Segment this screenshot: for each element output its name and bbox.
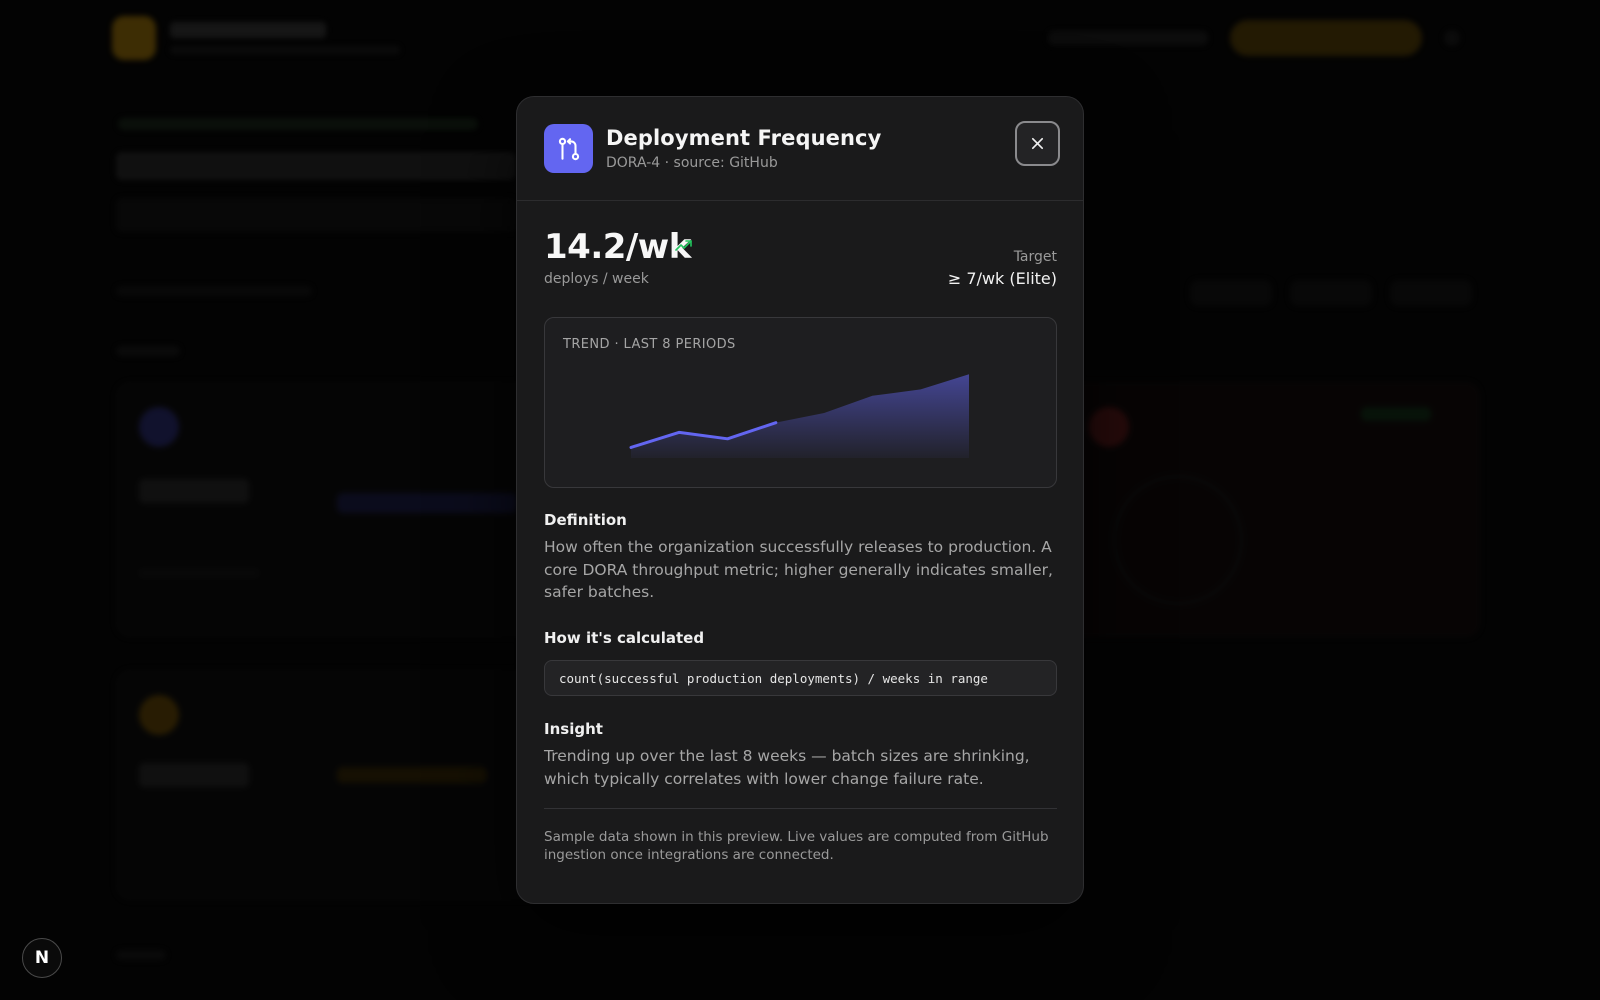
modal-header: Deployment Frequency DORA-4 · source: Gi… [517, 97, 1083, 201]
calculation-formula: count(successful production deployments)… [559, 671, 988, 686]
close-button[interactable] [1015, 121, 1060, 166]
git-branch-icon [544, 124, 593, 173]
metric-detail-modal: Deployment Frequency DORA-4 · source: Gi… [516, 96, 1084, 904]
target-value: ≥ 7/wk (Elite) [947, 269, 1057, 288]
definition-text: How often the organization successfully … [544, 538, 1053, 601]
modal-subtitle: DORA-4 · source: GitHub [606, 155, 778, 171]
target-label: Target [1013, 249, 1057, 265]
metric-value: 14.2/wk [544, 227, 691, 267]
footnote: Sample data shown in this preview. Live … [544, 829, 1049, 863]
trend-chart-card: TREND · LAST 8 PERIODS [544, 317, 1057, 488]
insight-text: Trending up over the last 8 weeks — batc… [544, 747, 1030, 788]
insight-title: Insight [544, 720, 603, 738]
close-icon [1031, 137, 1044, 150]
trend-up-icon [675, 240, 692, 251]
formula-box: count(successful production deployments)… [544, 660, 1057, 696]
definition-title: Definition [544, 511, 627, 529]
nextjs-dev-badge[interactable]: N [22, 938, 62, 978]
modal-title: Deployment Frequency [606, 126, 882, 150]
divider [544, 808, 1057, 809]
metric-unit: deploys / week [544, 271, 649, 287]
calculation-title: How it's calculated [544, 629, 705, 647]
chart-area [631, 374, 969, 458]
trend-chart [629, 374, 969, 458]
